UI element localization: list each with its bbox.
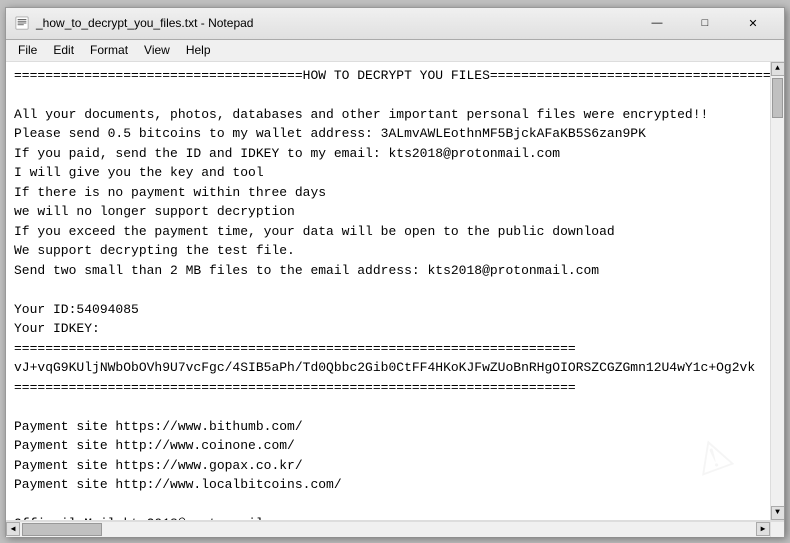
content-area: =====================================HOW…	[6, 62, 784, 520]
bottom-bar: ◀ ▶	[6, 520, 784, 536]
title-bar: _how_to_decrypt_you_files.txt - Notepad …	[6, 8, 784, 40]
menu-help[interactable]: Help	[178, 41, 219, 59]
vertical-scrollbar[interactable]: ▲ ▼	[770, 62, 784, 520]
menu-format[interactable]: Format	[82, 41, 136, 59]
scroll-track-vertical[interactable]	[771, 76, 784, 506]
close-button[interactable]: ✕	[730, 8, 776, 38]
notepad-window: _how_to_decrypt_you_files.txt - Notepad …	[5, 7, 785, 537]
scroll-track-horizontal[interactable]	[20, 522, 756, 537]
window-controls: — □ ✕	[634, 8, 776, 38]
notepad-text[interactable]: =====================================HOW…	[6, 62, 770, 520]
scroll-up-button[interactable]: ▲	[771, 62, 785, 76]
scroll-right-button[interactable]: ▶	[756, 522, 770, 536]
menu-bar: File Edit Format View Help	[6, 40, 784, 62]
maximize-button[interactable]: □	[682, 8, 728, 38]
scroll-down-button[interactable]: ▼	[771, 506, 785, 520]
scroll-thumb-vertical[interactable]	[772, 78, 783, 118]
minimize-button[interactable]: —	[634, 8, 680, 38]
app-icon	[14, 15, 30, 31]
scroll-thumb-horizontal[interactable]	[22, 523, 102, 536]
scroll-left-button[interactable]: ◀	[6, 522, 20, 536]
scrollbar-corner	[770, 521, 784, 537]
menu-file[interactable]: File	[10, 41, 45, 59]
horizontal-scrollbar[interactable]: ◀ ▶	[6, 521, 770, 537]
menu-edit[interactable]: Edit	[45, 41, 82, 59]
menu-view[interactable]: View	[136, 41, 178, 59]
text-area-wrapper[interactable]: =====================================HOW…	[6, 62, 770, 520]
window-title: _how_to_decrypt_you_files.txt - Notepad	[36, 16, 634, 30]
